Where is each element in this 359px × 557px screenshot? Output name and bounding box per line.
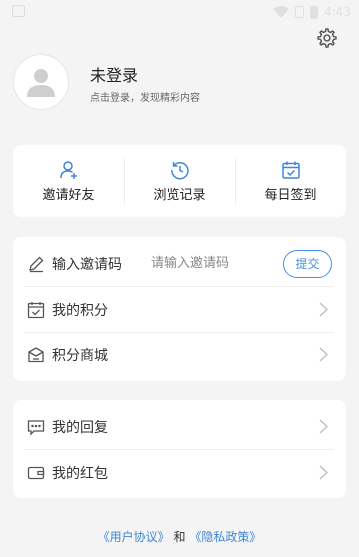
menu-card-1: 输入邀请码 提交 我的积分 积分商城	[13, 237, 346, 381]
chevron-right-icon	[319, 347, 328, 362]
login-title[interactable]: 未登录	[90, 62, 138, 86]
calendar-check-icon	[281, 161, 300, 179]
daily-checkin-button[interactable]: 每日签到	[235, 145, 346, 217]
status-icons: 4:43	[273, 3, 351, 21]
quick-label: 浏览记录	[153, 187, 206, 203]
menu-item-label: 积分商城	[52, 347, 108, 364]
footer-and: 和	[173, 530, 186, 544]
chevron-right-icon	[319, 302, 328, 317]
menu-item-label: 我的红包	[52, 465, 108, 482]
menu-item-my-replies[interactable]: 我的回复	[13, 404, 346, 449]
sim-icon	[295, 6, 305, 18]
invite-friends-button[interactable]: 邀请好友	[13, 145, 124, 217]
history-icon	[170, 161, 189, 179]
wifi-icon	[273, 6, 290, 18]
add-user-icon	[59, 160, 77, 179]
submit-button[interactable]: 提交	[283, 249, 332, 278]
user-avatar-icon	[27, 69, 55, 97]
gift-icon	[28, 346, 44, 362]
invite-code-input[interactable]	[151, 251, 281, 276]
chevron-right-icon	[319, 419, 328, 434]
invite-code-label: 输入邀请码	[52, 256, 122, 273]
login-subtitle[interactable]: 点击登录，发现精彩内容	[90, 89, 200, 104]
status-time: 4:43	[324, 5, 351, 19]
battery-icon	[310, 5, 319, 19]
privacy-policy-link[interactable]: 《隐私政策》	[189, 530, 261, 544]
browse-history-button[interactable]: 浏览记录	[124, 145, 235, 217]
menu-item-my-points[interactable]: 我的积分	[13, 287, 346, 332]
user-agreement-link[interactable]: 《用户协议》	[98, 530, 170, 544]
menu-item-points-mall[interactable]: 积分商城	[13, 332, 346, 377]
invite-code-row: 输入邀请码 提交	[13, 241, 346, 286]
menu-item-my-red-packets[interactable]: 我的红包	[13, 450, 346, 495]
quick-label: 邀请好友	[42, 187, 95, 203]
points-calendar-icon	[27, 301, 45, 318]
pencil-icon	[29, 256, 44, 272]
quick-label: 每日签到	[264, 187, 317, 203]
chevron-right-icon	[319, 465, 328, 480]
menu-card-2: 我的回复 我的红包	[13, 400, 346, 498]
quick-actions-card: 邀请好友 浏览记录 每日签到	[13, 145, 346, 217]
menu-item-label: 我的回复	[52, 419, 108, 436]
status-bar: 4:43	[0, 0, 359, 24]
gear-icon[interactable]	[316, 27, 338, 49]
notification-icon	[12, 5, 25, 17]
comment-icon	[27, 419, 45, 436]
footer-links: 《用户协议》 和 《隐私政策》	[0, 528, 359, 545]
wallet-icon	[27, 466, 45, 479]
avatar[interactable]	[13, 54, 69, 110]
menu-item-label: 我的积分	[52, 302, 108, 319]
